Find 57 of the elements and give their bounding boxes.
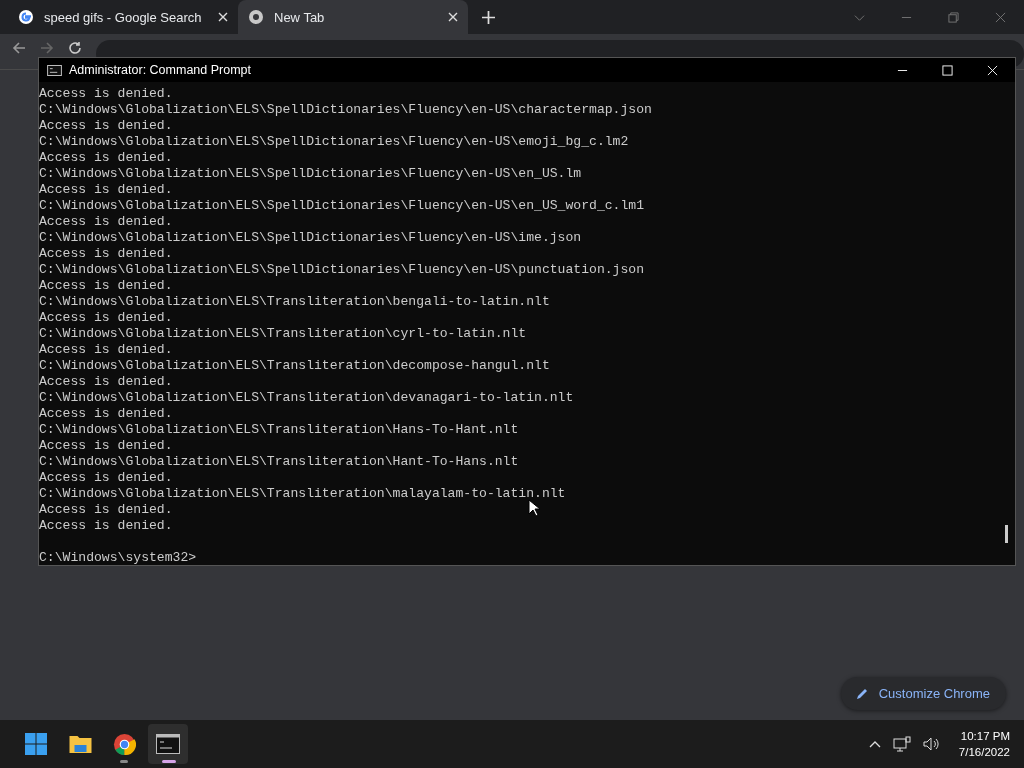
volume-icon[interactable] xyxy=(922,736,941,752)
browser-tab[interactable]: New Tab xyxy=(238,0,468,34)
console-line: Access is denied. xyxy=(39,470,173,486)
back-icon[interactable] xyxy=(12,41,26,55)
console-line: Access is denied. xyxy=(39,214,173,230)
taskbar-app[interactable] xyxy=(148,724,188,764)
mouse-cursor-icon xyxy=(528,499,540,517)
console-line: Access is denied. xyxy=(39,182,173,198)
console-line: Access is denied. xyxy=(39,246,173,262)
console-line: C:\Windows\Globalization\ELS\Transliteration\bengali-to-latin.nlt xyxy=(39,294,550,310)
console-line: Access is denied. xyxy=(39,278,173,294)
clock-date: 7/16/2022 xyxy=(958,745,1010,760)
clock[interactable]: 10:17 PM 7/16/2022 xyxy=(958,728,1010,760)
new-tab-icon[interactable] xyxy=(482,10,495,24)
console-line: Access is denied. xyxy=(39,310,173,326)
console-line: C:\Windows\Globalization\ELS\Transliteration\devanagari-to-latin.nlt xyxy=(39,390,574,406)
console-line: Access is denied. xyxy=(39,406,173,422)
folder-icon xyxy=(67,733,93,755)
chrome-icon xyxy=(248,9,264,25)
browser-tab[interactable]: speed gifs - Google Search xyxy=(8,0,238,34)
network-icon[interactable] xyxy=(892,736,911,752)
console-line: C:\Windows\Globalization\ELS\Transliteration\cyrl-to-latin.nlt xyxy=(39,326,527,342)
console-line: C:\Windows\Globalization\ELS\SpellDictionaries\Fluency\en-US\ime.json xyxy=(39,230,582,246)
console-line: Access is denied. xyxy=(39,342,173,358)
console-line: C:\Windows\Globalization\ELS\Transliteration\decompose-hangul.nlt xyxy=(39,358,550,374)
reload-icon[interactable] xyxy=(68,41,82,55)
customize-chrome-button[interactable]: Customize Chrome xyxy=(840,677,1006,710)
console-line: Access is denied. xyxy=(39,374,173,390)
console-line: Access is denied. xyxy=(39,150,173,166)
chevron-up-icon[interactable] xyxy=(868,740,881,748)
tab-title: New Tab xyxy=(274,9,326,25)
scrollbar-thumb[interactable] xyxy=(1005,525,1008,543)
window-title: Administrator: Command Prompt xyxy=(69,63,251,77)
windows-start-icon xyxy=(24,732,48,756)
tab-title: speed gifs - Google Search xyxy=(44,9,203,25)
clock-time: 10:17 PM xyxy=(960,729,1010,744)
pencil-icon xyxy=(854,686,869,701)
console-line: C:\Windows\Globalization\ELS\Transliteration\Hans-To-Hant.nlt xyxy=(39,422,519,438)
restore-icon[interactable] xyxy=(948,11,959,23)
console-line: C:\Windows\Globalization\ELS\SpellDictionaries\Fluency\en-US\en_US.lm xyxy=(39,166,582,182)
console-line: Access is denied. xyxy=(39,86,173,102)
console-line: Access is denied. xyxy=(39,438,173,454)
console-line: C:\Windows\Globalization\ELS\Transliteration\malayalam-to-latin.nlt xyxy=(39,486,566,502)
console-line: C:\Windows\Globalization\ELS\SpellDictionaries\Fluency\en-US\charactermap.json xyxy=(39,102,652,118)
chrome-icon xyxy=(112,732,136,756)
console-line: Access is denied. xyxy=(39,502,173,518)
console-line: Access is denied. xyxy=(39,118,173,134)
terminal-icon xyxy=(47,64,62,76)
terminal-icon xyxy=(156,734,180,754)
console-line: C:\Windows\Globalization\ELS\SpellDictionaries\Fluency\en-US\emoji_bg_c.lm2 xyxy=(39,134,629,150)
maximize-icon[interactable] xyxy=(942,64,953,76)
google-icon xyxy=(18,9,34,25)
console-line: C:\Windows\Globalization\ELS\Transliteration\Hant-To-Hans.nlt xyxy=(39,454,519,470)
console-line: Access is denied. xyxy=(39,518,173,534)
console-line: C:\Windows\Globalization\ELS\SpellDictionaries\Fluency\en-US\punctuation.json xyxy=(39,262,645,278)
command-prompt: C:\Windows\system32> xyxy=(39,550,197,566)
console-line: C:\Windows\Globalization\ELS\SpellDictionaries\Fluency\en-US\en_US_word_c.lm1 xyxy=(39,198,645,214)
